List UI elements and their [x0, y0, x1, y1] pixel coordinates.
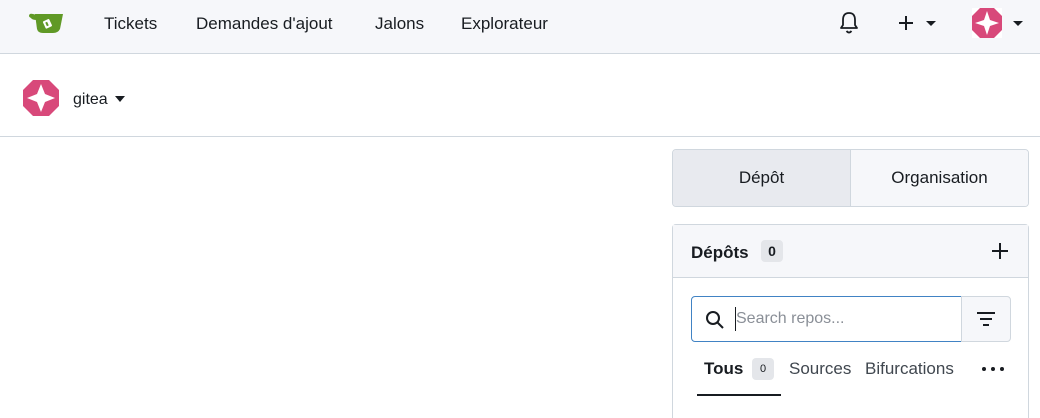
add-repo-button[interactable] — [991, 242, 1009, 260]
nav-link-milestones[interactable]: Jalons — [375, 14, 424, 34]
avatar — [972, 8, 1002, 38]
repo-panel-header: Dépôts 0 — [673, 225, 1028, 278]
gitea-logo-icon[interactable] — [27, 11, 67, 35]
repo-count-badge: 0 — [761, 240, 783, 262]
chevron-down-icon — [1013, 21, 1023, 26]
tab-repositories[interactable]: Dépôt — [673, 150, 851, 206]
nav-link-pull-requests[interactable]: Demandes d'ajout — [196, 14, 333, 34]
more-options-icon[interactable] — [981, 365, 1005, 373]
user-menu-button[interactable] — [971, 7, 1027, 39]
chevron-down-icon — [926, 21, 936, 26]
tab-sources[interactable]: Sources — [789, 359, 851, 379]
search-icon — [706, 311, 724, 329]
filter-icon — [977, 312, 995, 326]
repo-search-box — [691, 296, 962, 342]
tab-forks[interactable]: Bifurcations — [865, 359, 954, 379]
create-menu-button[interactable] — [896, 11, 940, 35]
repo-org-toggle: Dépôt Organisation — [672, 149, 1029, 207]
chevron-down-icon[interactable] — [115, 96, 125, 102]
repo-filter-tabs: Tous 0 Sources Bifurcations — [691, 353, 1011, 399]
top-navbar: Tickets Demandes d'ajout Jalons Explorat… — [0, 0, 1040, 54]
text-cursor — [735, 307, 736, 331]
search-input[interactable] — [734, 305, 954, 333]
nav-link-tickets[interactable]: Tickets — [104, 14, 157, 34]
avatar[interactable] — [23, 80, 59, 116]
tab-organizations[interactable]: Organisation — [851, 150, 1028, 206]
filter-button[interactable] — [961, 296, 1011, 342]
tab-all[interactable]: Tous — [704, 359, 743, 379]
bell-icon[interactable] — [838, 11, 860, 35]
repo-panel-title: Dépôts — [691, 243, 749, 262]
tab-all-count-badge: 0 — [752, 358, 774, 380]
repo-list-panel: Dépôts 0 Tous 0 Sources Bifurcations — [672, 224, 1029, 418]
nav-link-explore[interactable]: Explorateur — [461, 14, 548, 34]
plus-icon — [899, 16, 913, 30]
dashboard-context-bar: gitea — [0, 54, 1040, 137]
context-switcher-label[interactable]: gitea — [73, 91, 108, 109]
active-tab-underline — [697, 394, 781, 396]
